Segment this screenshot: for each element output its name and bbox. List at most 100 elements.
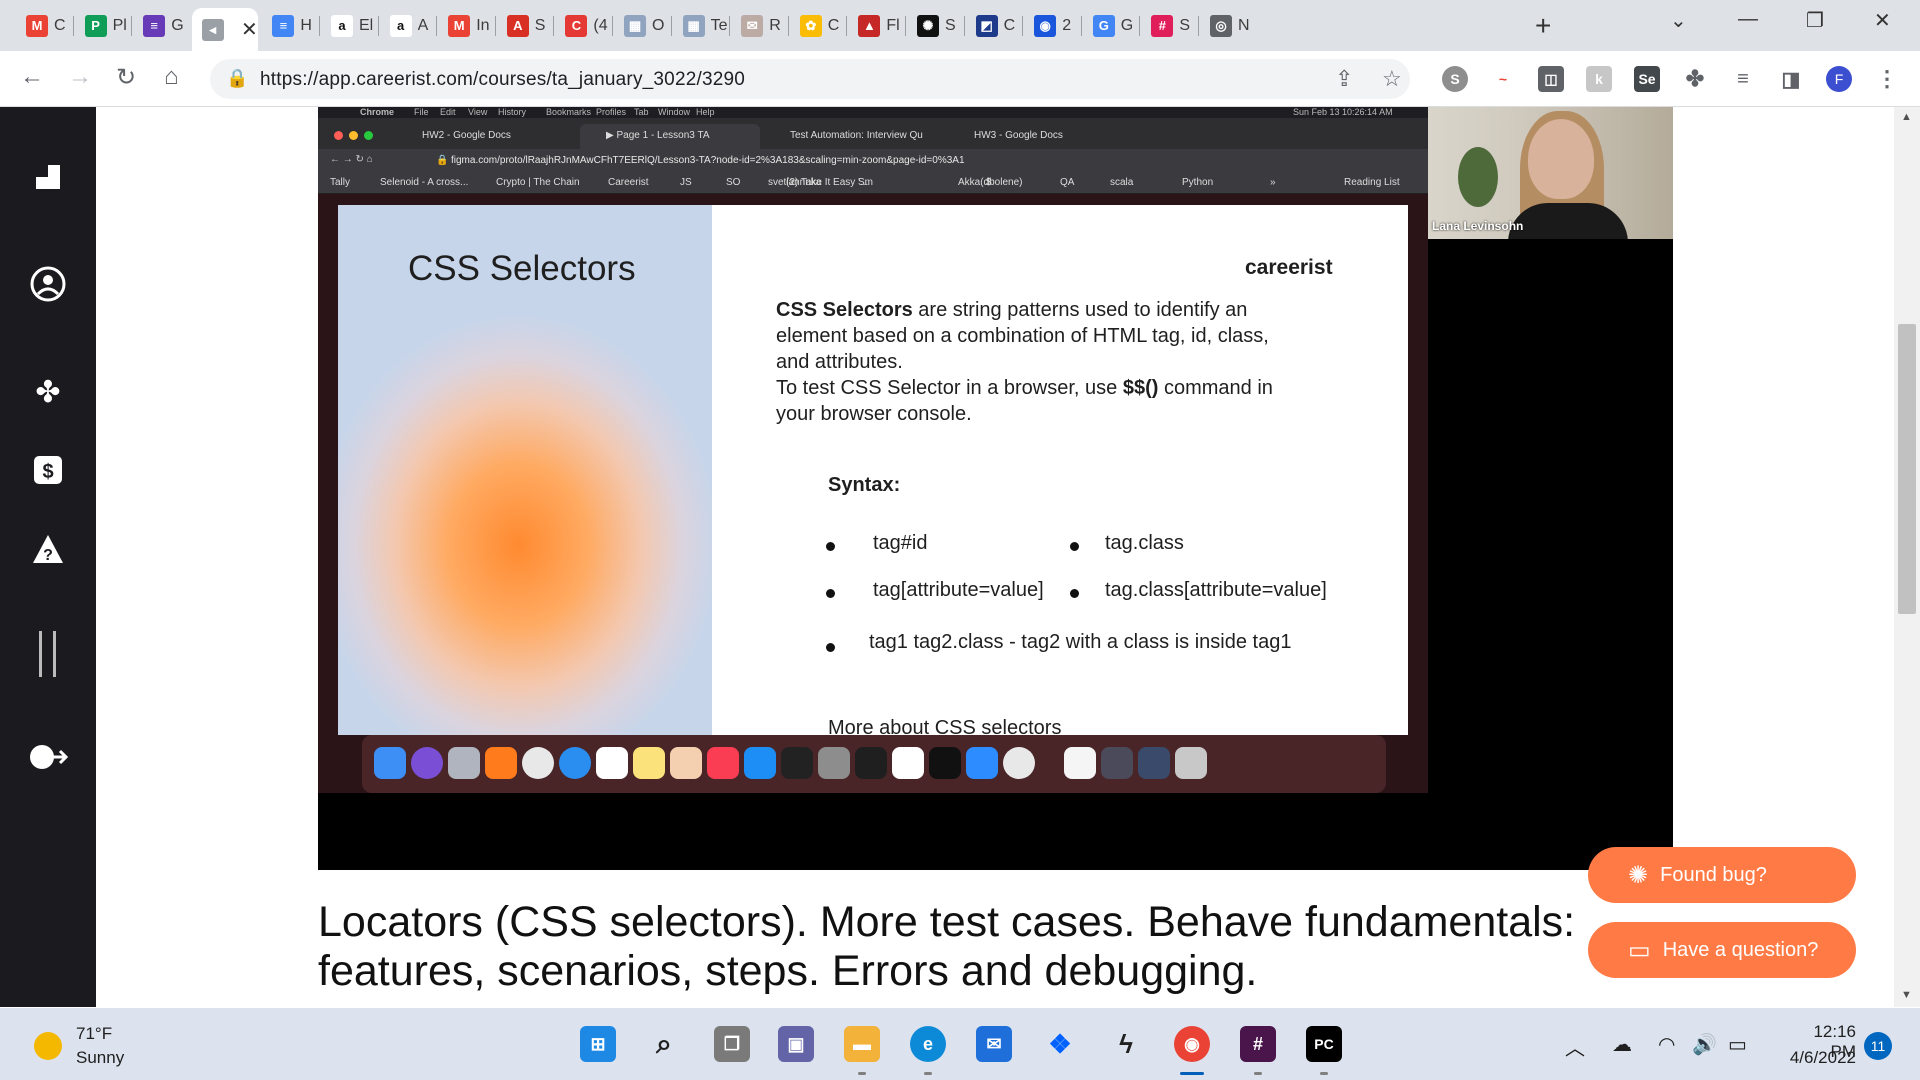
profile-avatar-icon[interactable]: F — [1826, 66, 1852, 92]
browser-tab[interactable]: C (4 — [555, 8, 611, 43]
reload-icon[interactable]: ↻ — [116, 63, 136, 92]
hub-extension-icon[interactable]: ◫ — [1538, 66, 1564, 92]
notes-icon — [633, 747, 665, 779]
gmail-icon: M — [448, 14, 471, 37]
sun-weather-icon[interactable] — [34, 1032, 62, 1060]
weather-condition[interactable]: Sunny — [76, 1048, 124, 1068]
skype-extension-icon[interactable]: S — [1442, 66, 1468, 92]
k-extension-icon[interactable]: k — [1586, 66, 1612, 92]
browser-tab[interactable]: # S — [1141, 8, 1197, 43]
slack-icon[interactable]: # — [1240, 1026, 1276, 1062]
search-icon[interactable]: ⌕ — [646, 1026, 682, 1062]
logout-icon[interactable] — [28, 737, 68, 777]
forward-button-icon[interactable]: → — [68, 63, 92, 91]
scroll-up-arrow[interactable]: ▲ — [1901, 111, 1912, 123]
browser-tab[interactable]: AS — [497, 8, 553, 43]
scroll-down-arrow[interactable]: ▼ — [1901, 989, 1912, 1001]
new-tab-button[interactable]: + — [1535, 10, 1551, 42]
pycharm-icon[interactable]: PC — [1306, 1026, 1342, 1062]
rainbow-extension-icon[interactable]: ~ — [1490, 66, 1516, 92]
minimize-button[interactable]: — — [1738, 8, 1758, 31]
url-text[interactable]: https://app.careerist.com/courses/ta_jan… — [260, 69, 745, 91]
inner-bookmark: scala — [1110, 177, 1134, 188]
dollar-icon[interactable]: $ — [28, 450, 68, 490]
lesson-video-player[interactable]: Chrome File Edit View History Bookmarks Profil… — [318, 107, 1673, 870]
extensions-puzzle-icon[interactable]: ✤ — [1682, 66, 1708, 92]
task-view-icon[interactable]: ❐ — [714, 1026, 750, 1062]
firefox-icon — [485, 747, 517, 779]
close-tab-icon[interactable]: ✕ — [241, 17, 258, 42]
browser-tab[interactable]: ▦ Te — [673, 8, 729, 43]
start-windows-icon[interactable]: ⊞ — [580, 1026, 616, 1062]
browser-tab[interactable]: ≡ H — [262, 8, 318, 43]
have-question-button[interactable]: ▭ Have a question? — [1588, 922, 1856, 978]
media-queue-icon[interactable]: ≡ — [1730, 66, 1756, 92]
browser-tab[interactable]: MC — [16, 8, 72, 43]
gmail-icon: M — [26, 14, 48, 37]
profile-icon[interactable] — [28, 264, 68, 304]
close-window-button[interactable]: ✕ — [1874, 8, 1891, 33]
tab-search-icon[interactable]: ⌄ — [1670, 8, 1687, 33]
browser-tab[interactable]: ◂ ✕ — [191, 8, 258, 51]
siri-icon — [411, 747, 443, 779]
lightning-app-icon[interactable]: ϟ — [1108, 1026, 1144, 1062]
inner-bookmarks-bar: Tally Selenoid - A cross... Crypto | The C… — [318, 172, 1428, 194]
browser-tab[interactable]: ✺ S — [907, 8, 963, 43]
onedrive-icon[interactable]: ☁ — [1612, 1032, 1632, 1057]
browser-tab[interactable]: GG — [1083, 8, 1139, 43]
file-explorer-icon[interactable]: ▬ — [844, 1026, 880, 1062]
browser-tab[interactable]: aA — [380, 8, 436, 43]
weather-temperature[interactable]: 71°F — [76, 1024, 112, 1044]
home-icon[interactable]: ⌂ — [164, 63, 179, 91]
address-bar[interactable]: 🔒 https://app.careerist.com/courses/ta_j… — [210, 59, 1410, 99]
battery-icon[interactable]: ▭ — [1728, 1032, 1747, 1057]
bookmark-star-icon[interactable]: ☆ — [1382, 66, 1402, 92]
tab-title: 2 — [1062, 16, 1072, 34]
browser-tab[interactable]: P Pl — [75, 8, 131, 43]
browser-tab[interactable]: ✉ R — [731, 8, 787, 43]
collapse-bars-icon[interactable] — [28, 631, 68, 677]
teams-chat-icon[interactable]: ▣ — [778, 1026, 814, 1062]
found-bug-button[interactable]: ✺ Found bug? — [1588, 847, 1856, 903]
wifi-icon[interactable]: ◠ — [1658, 1032, 1675, 1057]
browser-tab[interactable]: a El — [321, 8, 377, 43]
scroll-thumb[interactable] — [1898, 324, 1916, 614]
notification-badge[interactable]: 11 — [1864, 1032, 1892, 1060]
lock-icon[interactable]: 🔒 — [226, 68, 248, 89]
browser-tab[interactable]: ≡ G — [133, 8, 189, 43]
share-icon[interactable]: ⇪ — [1335, 66, 1353, 92]
browser-tab[interactable]: ◎ N — [1200, 8, 1256, 43]
mac-menu-item: Window — [658, 107, 691, 117]
tab-separator — [729, 16, 731, 36]
browser-tab[interactable]: M In — [438, 8, 494, 43]
inner-lock-icon: 🔒 — [436, 155, 449, 166]
tab-title: Pl — [112, 16, 127, 34]
browser-tab[interactable]: ▲ Fl — [848, 8, 904, 43]
chrome-icon[interactable]: ◉ — [1174, 1026, 1210, 1062]
syntax-item-0: tag#id — [873, 532, 928, 554]
volume-icon[interactable]: 🔊 — [1692, 1032, 1717, 1057]
tab-title: A — [417, 16, 429, 34]
browser-tab[interactable]: ◩ C — [966, 8, 1022, 43]
side-panel-icon[interactable]: ◨ — [1778, 66, 1804, 92]
page-scrollbar[interactable]: ▲ ▼ — [1894, 107, 1920, 1007]
menu-kebab-icon[interactable]: ⋮ — [1874, 66, 1900, 92]
browser-tab[interactable]: ✿ C — [790, 8, 846, 43]
selenium-extension-icon[interactable]: Se — [1634, 66, 1660, 92]
edge-icon[interactable]: e — [910, 1026, 946, 1062]
tab-title: C — [54, 16, 66, 34]
browser-tab[interactable]: ▦ O — [614, 8, 670, 43]
dropbox-icon[interactable]: ❖ — [1042, 1026, 1078, 1062]
puzzle-icon[interactable]: ✤ — [28, 372, 68, 412]
back-button-icon[interactable]: ← — [20, 63, 44, 91]
clock-date[interactable]: 4/6/2022 — [1776, 1048, 1856, 1068]
warning-icon[interactable]: ? — [28, 529, 68, 569]
browser-tab[interactable]: ◉ 2 — [1024, 8, 1080, 43]
bullet — [1070, 589, 1079, 598]
inner-url-text: figma.com/proto/lRaajhRJnMAwCFhT7EERlQ/L… — [451, 155, 965, 166]
mail-icon[interactable]: ✉ — [976, 1026, 1012, 1062]
image-icon: ▦ — [624, 14, 646, 37]
chevron-up-icon[interactable]: ︿ — [1565, 1032, 1585, 1061]
restore-button[interactable]: ❐ — [1806, 8, 1824, 33]
logo-steps-icon[interactable] — [28, 157, 68, 197]
